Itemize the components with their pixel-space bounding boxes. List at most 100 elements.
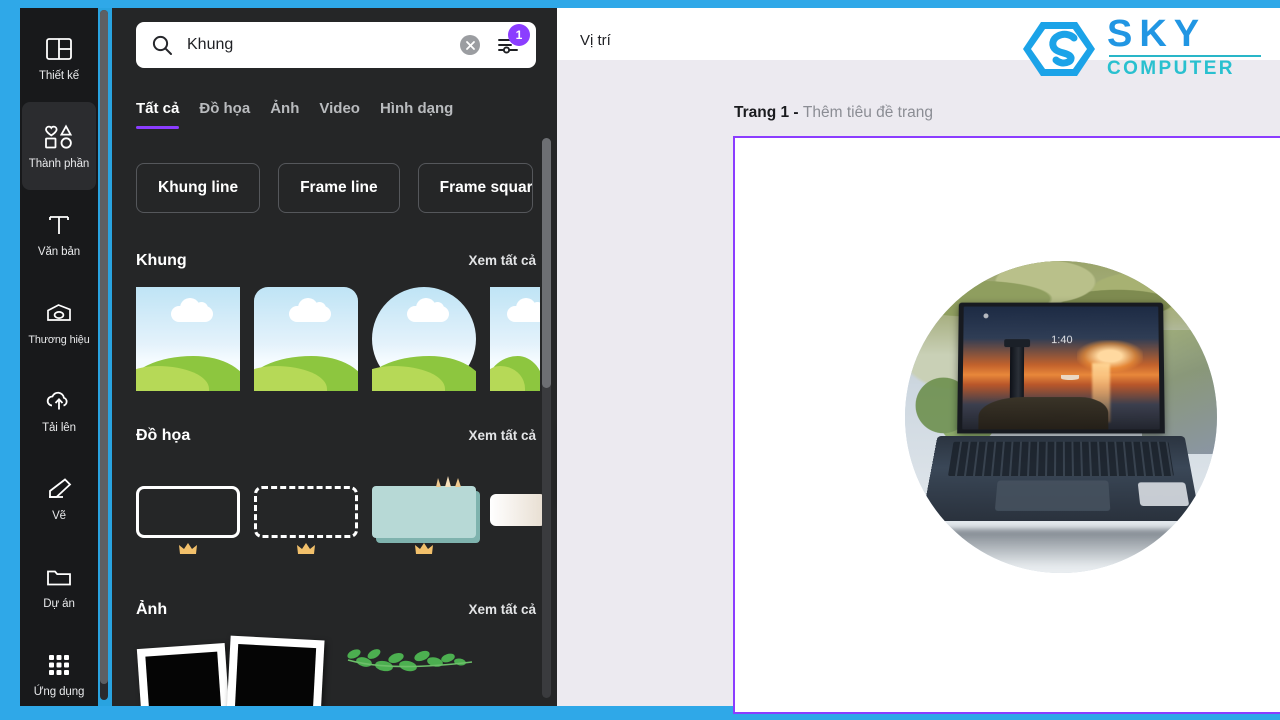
sidebar-label: Tải lên — [42, 422, 76, 434]
sidebar-item-ung-dung[interactable]: Ứng dụng — [22, 630, 96, 718]
panel-scrollbar-track[interactable] — [542, 138, 551, 698]
graphic-thumb-dashed-rect[interactable] — [254, 486, 358, 554]
page-title[interactable]: Trang 1 - Thêm tiêu đề trang — [734, 104, 933, 122]
page-title-placeholder: Thêm tiêu đề trang — [802, 104, 934, 121]
sidebar-label: Thương hiệu — [28, 334, 90, 346]
sidebar-item-thuong-hieu[interactable]: Thương hiệu — [22, 278, 96, 366]
sidebar-label: Vẽ — [52, 510, 66, 522]
rail-scrollbar-track[interactable] — [100, 10, 108, 700]
screenshot-root: Thiết kế Thành phần Văn bản Thương hiệu … — [0, 0, 1280, 720]
frames-thumb-row — [136, 287, 540, 391]
tab-label: Ảnh — [270, 100, 300, 117]
sidebar-label: Thiết kế — [38, 70, 80, 82]
category-tabs: Tất cả Đồ họa Ảnh Video Hình dạng — [136, 100, 546, 144]
sidebar-label: Dự án — [43, 598, 75, 610]
section-title: Khung — [136, 252, 187, 269]
see-all-link[interactable]: Xem tất cả — [468, 428, 536, 443]
laptop-side-panel — [1137, 483, 1190, 507]
tab-label: Tất cả — [136, 100, 180, 117]
tab-video[interactable]: Video — [319, 100, 360, 129]
tab-label: Video — [319, 100, 360, 117]
pro-crown-icon — [297, 542, 315, 556]
sidebar-item-van-ban[interactable]: Văn bản — [22, 190, 96, 278]
frame-border-top — [0, 0, 1280, 8]
frame-thumb-circle[interactable] — [372, 287, 476, 391]
panel-scrollbar-thumb[interactable] — [542, 138, 551, 388]
draw-pen-icon — [42, 474, 76, 504]
section-header-anh: Ảnh Xem tất cả — [136, 601, 536, 619]
elements-panel: 1 Tất cả Đồ họa Ảnh Video Hình dạng › Kh… — [112, 8, 557, 706]
screen-icon-dot — [983, 313, 989, 319]
text-icon — [42, 210, 76, 240]
laptop-base — [921, 436, 1201, 522]
shapes-icon — [42, 122, 76, 152]
left-sidebar-rail: Thiết kế Thành phần Văn bản Thương hiệu … — [20, 8, 98, 706]
page-number-label: Trang 1 - — [734, 104, 803, 121]
clear-search-icon[interactable] — [460, 35, 480, 55]
sidebar-label: Văn bản — [37, 246, 81, 258]
position-button[interactable]: Vị trí — [580, 32, 611, 49]
sidebar-item-thiet-ke[interactable]: Thiết kế — [22, 14, 96, 102]
chip-frame-square[interactable]: Frame square — [417, 163, 533, 213]
section-title: Ảnh — [136, 601, 168, 618]
chip-label: Frame square — [439, 179, 533, 196]
search-icon — [151, 34, 173, 56]
sparkle-icon — [430, 474, 474, 490]
editor-area: Vị trí SKY COMPUTER Trang 1 - Thêm tiêu … — [557, 8, 1280, 714]
chip-frame-line[interactable]: Frame line — [278, 163, 400, 213]
graphic-thumb-arrow-banner[interactable] — [490, 486, 548, 554]
logo-divider — [1109, 55, 1261, 57]
layout-icon — [42, 34, 76, 64]
frame-thumb-rounded[interactable] — [254, 287, 358, 391]
rail-scrollbar-thumb[interactable] — [100, 10, 108, 684]
sidebar-item-ve[interactable]: Vẽ — [22, 454, 96, 542]
frame-thumb-square[interactable] — [136, 287, 240, 391]
see-all-link[interactable]: Xem tất cả — [468, 253, 536, 268]
sidebar-item-tai-len[interactable]: Tải lên — [22, 366, 96, 454]
pro-crown-icon — [179, 542, 197, 556]
tab-tat-ca[interactable]: Tất cả — [136, 100, 180, 129]
sidebar-item-thanh-phan[interactable]: Thành phần — [22, 102, 96, 190]
tab-hinh-dang[interactable]: Hình dạng — [380, 100, 453, 129]
chip-khung-line[interactable]: Khung line — [136, 163, 261, 213]
photo-thumb-polaroid-pair[interactable] — [136, 632, 326, 706]
tab-label: Hình dạng — [379, 100, 454, 117]
section-header-do-hoa: Đồ họa Xem tất cả — [136, 427, 536, 445]
design-canvas[interactable]: 1:40 — [733, 136, 1280, 714]
logo-line-computer: COMPUTER — [1107, 58, 1235, 79]
sidebar-label: Thành phần — [28, 158, 90, 170]
laptop-lid: 1:40 — [957, 302, 1165, 434]
laptop-keyboard — [948, 442, 1174, 477]
screen-clock: 1:40 — [1051, 334, 1073, 346]
sidebar-label: Ứng dụng — [33, 686, 85, 698]
apps-grid-icon — [42, 650, 76, 680]
canvas-image-laptop-circle[interactable]: 1:40 — [905, 261, 1217, 573]
logo-line-sky: SKY — [1107, 13, 1207, 55]
chip-label: Frame line — [300, 179, 378, 196]
suggestion-chips: Khung line Frame line Frame square — [136, 163, 533, 213]
screen-boat — [1060, 374, 1079, 380]
frame-thumb-partial[interactable] — [490, 287, 540, 391]
tab-do-hoa[interactable]: Đồ họa — [199, 100, 250, 129]
photo-thumb-leaf-vine[interactable] — [340, 632, 500, 696]
screen-sun-glow — [1076, 340, 1144, 372]
filter-button[interactable]: 1 — [492, 24, 530, 60]
search-bar[interactable]: 1 — [136, 22, 536, 68]
graphic-thumb-solid-rect[interactable] — [136, 486, 240, 554]
section-header-khung: Khung Xem tất cả — [136, 252, 536, 270]
graphic-thumb-filled-rect[interactable] — [372, 476, 476, 554]
search-input[interactable] — [187, 36, 460, 54]
screen-rocks — [978, 396, 1109, 429]
frame-border-left — [0, 0, 20, 720]
chip-label: Khung line — [158, 179, 239, 196]
graphics-thumb-row — [136, 476, 548, 554]
sky-computer-logo: SKY COMPUTER — [1019, 13, 1267, 82]
see-all-link[interactable]: Xem tất cả — [468, 602, 536, 617]
sidebar-item-du-an[interactable]: Dự án — [22, 542, 96, 630]
section-title: Đồ họa — [136, 427, 191, 444]
filter-count-badge: 1 — [508, 24, 530, 46]
laptop-trackpad — [994, 481, 1111, 512]
tab-anh[interactable]: Ảnh — [270, 100, 299, 129]
brand-icon — [42, 298, 76, 328]
tab-label: Đồ họa — [199, 100, 251, 117]
